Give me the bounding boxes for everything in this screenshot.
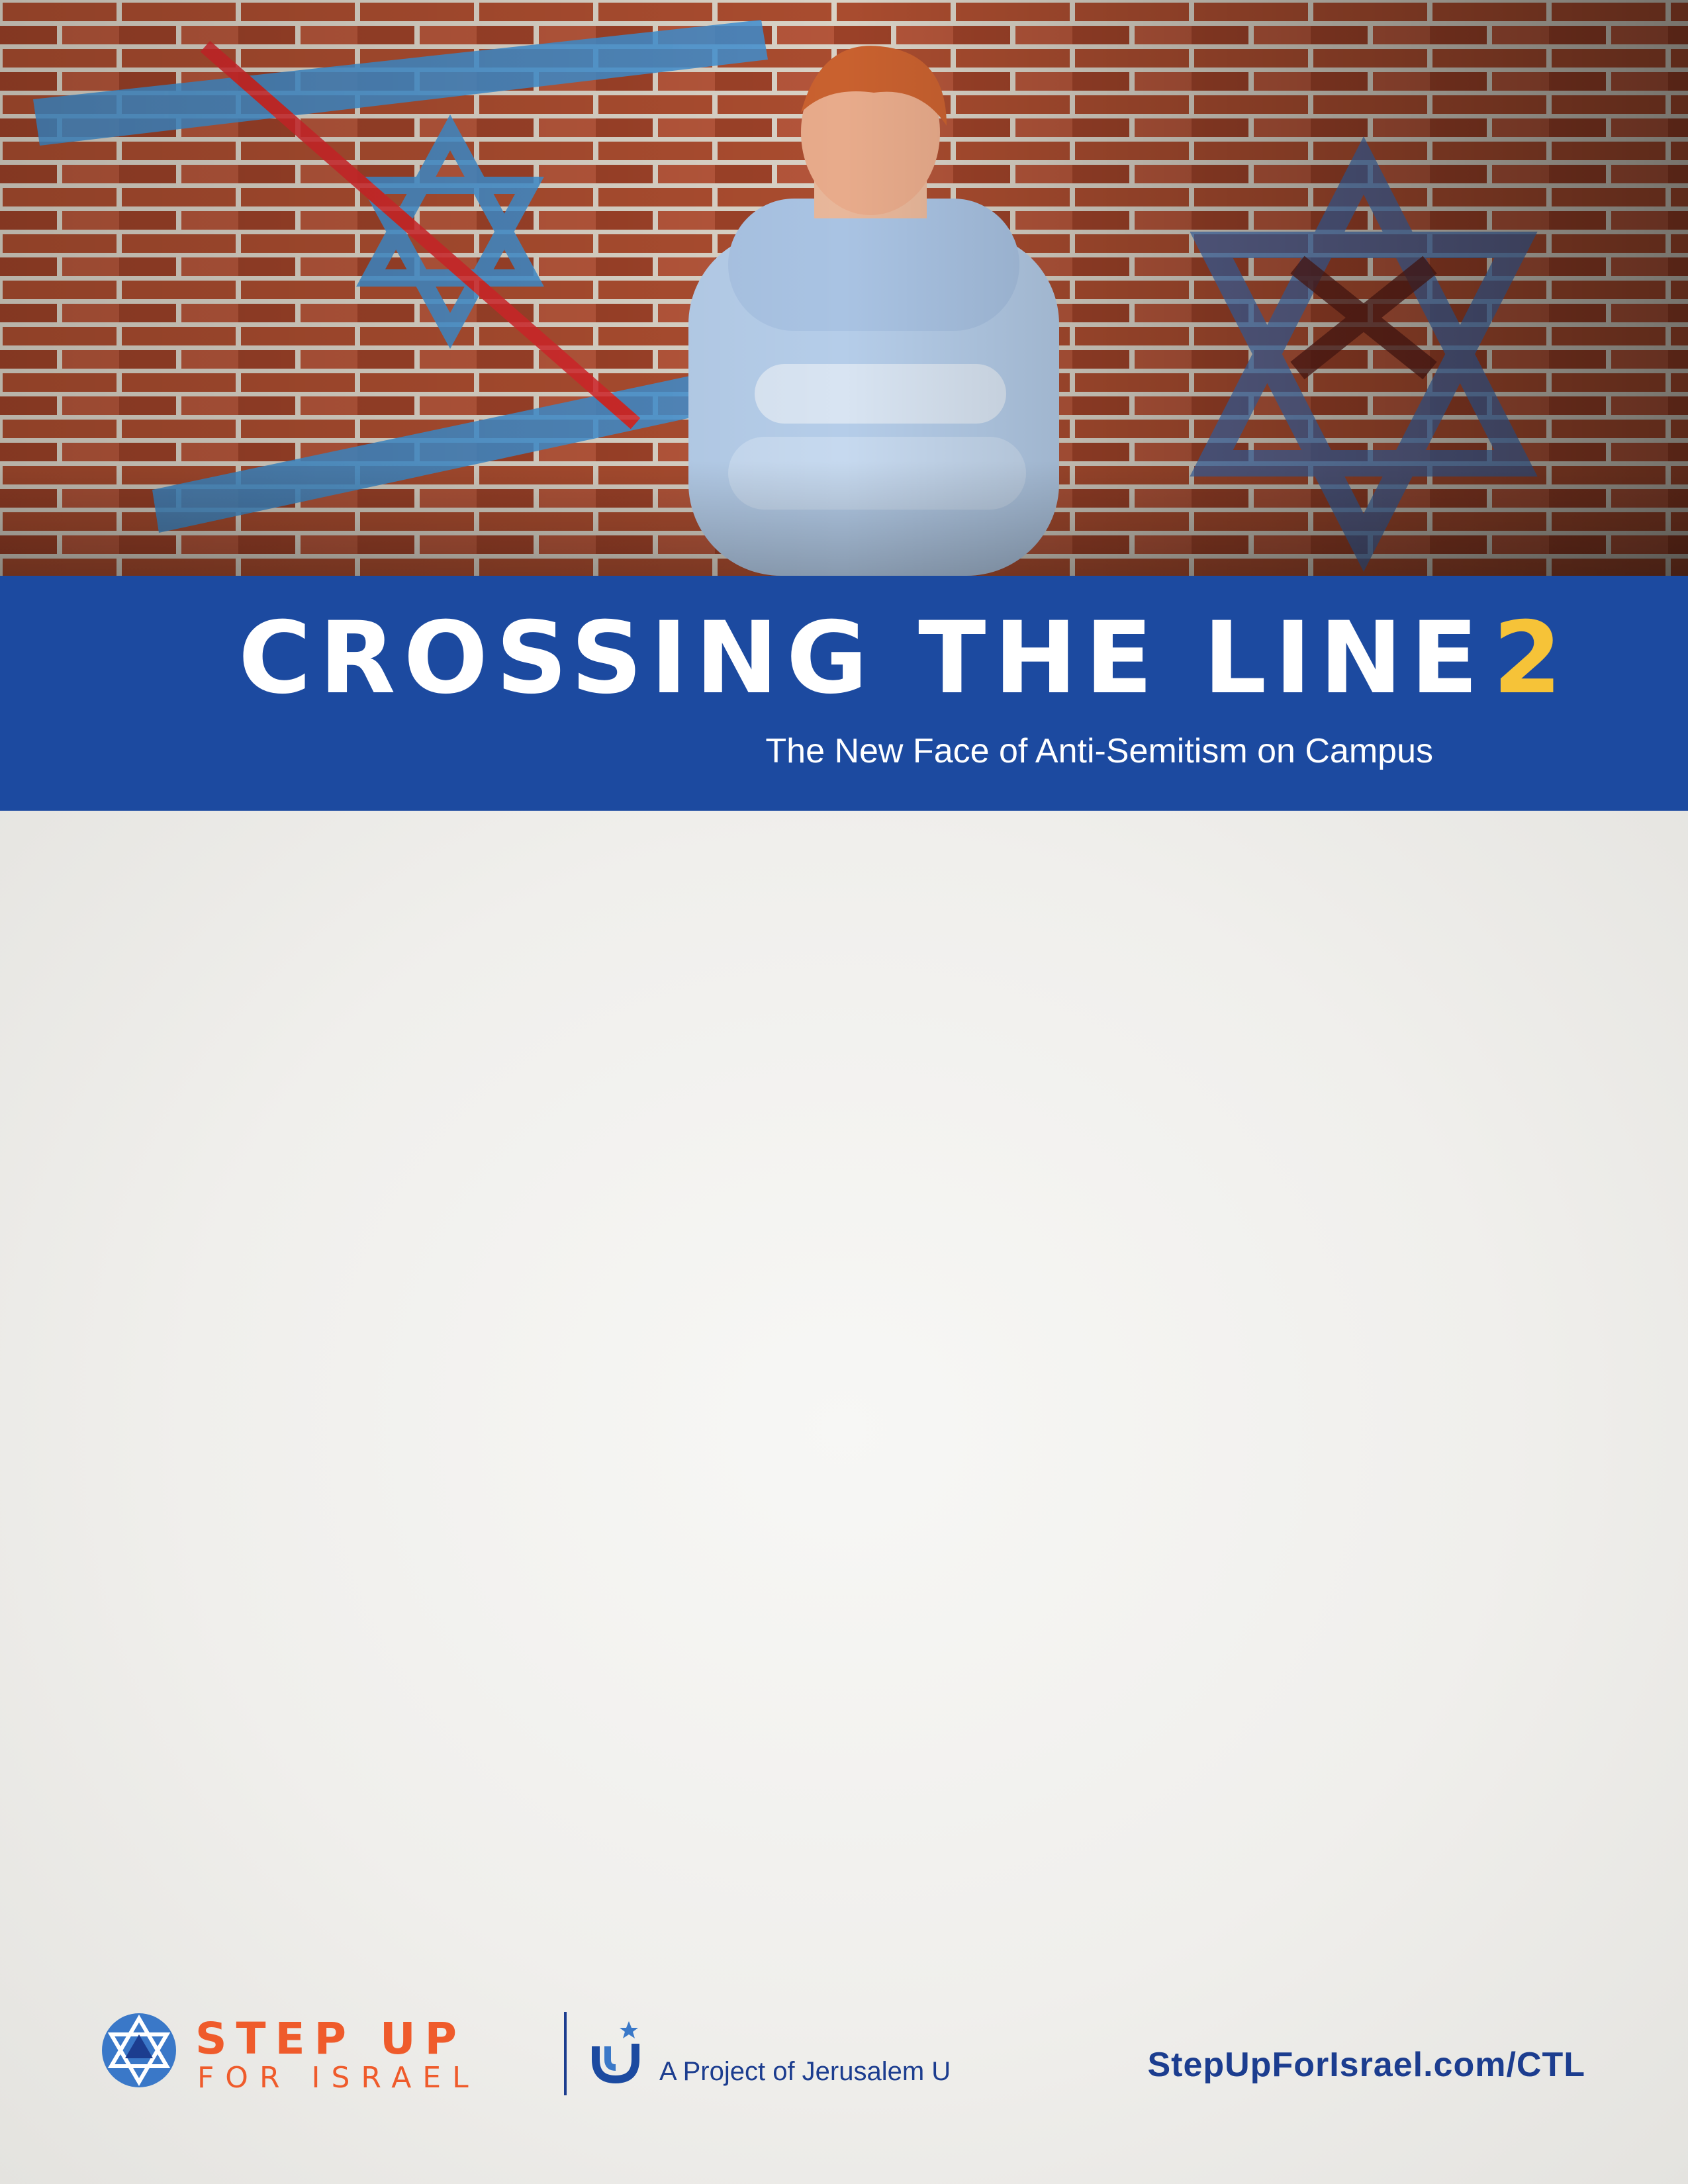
hero-image — [0, 0, 1688, 576]
page-subtitle: The New Face of Anti-Semitism on Campus — [765, 732, 1433, 770]
title-number: 2 — [1493, 601, 1562, 716]
blank-content-area — [0, 811, 1688, 2184]
star-of-david-logo-icon — [102, 2013, 176, 2087]
title-band: CROSSING THE LINE2 The New Face of Anti-… — [0, 576, 1688, 811]
brand-name-line1: STEP UP — [195, 2013, 466, 2064]
footer-divider — [564, 2012, 567, 2095]
jerusalem-u-logo-icon — [592, 2021, 639, 2084]
project-attribution: A Project of Jerusalem U — [659, 2057, 951, 2086]
brand-name-line2: FOR ISRAEL — [197, 2061, 480, 2095]
website-link[interactable]: StepUpForIsrael.com/CTL — [1147, 2048, 1585, 2082]
page-title: CROSSING THE LINE2 — [238, 609, 1562, 708]
brick-wall-illustration — [0, 0, 1688, 576]
footer: STEP UP FOR ISRAEL A Project of Jerusale… — [0, 1992, 1688, 2124]
title-main: CROSSING THE LINE — [238, 601, 1487, 716]
